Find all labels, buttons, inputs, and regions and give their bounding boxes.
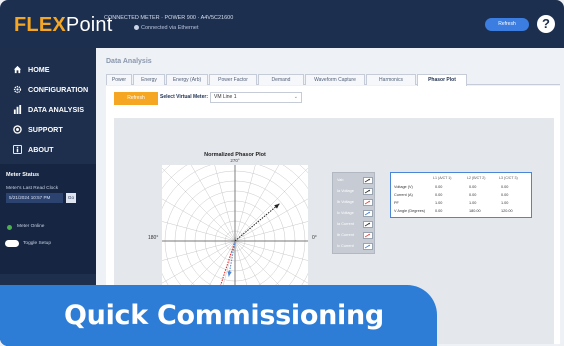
last-read-label: Meter's Last Read Clock: [6, 186, 59, 191]
polar-spoke: [234, 134, 264, 242]
table-cell: 0.00: [435, 193, 443, 197]
sidebar-item-configuration[interactable]: CONFIGURATION: [12, 84, 88, 94]
legend-item[interactable]: Ib Voltage: [337, 198, 373, 206]
tab-phasor-plot[interactable]: Phasor Plot: [417, 74, 467, 86]
legend-swatch: [363, 231, 373, 239]
tab-power-factor[interactable]: Power Factor: [209, 74, 257, 85]
chevron-down-icon: ⌄: [293, 94, 298, 100]
table-cell: 0.00: [501, 185, 509, 189]
table-cell: 1.00: [501, 201, 509, 205]
tab-bar: Power Energy Energy (Arb) Power Factor D…: [106, 74, 560, 86]
table-cell: 120.00: [501, 209, 513, 213]
connection-dot-icon: [134, 25, 139, 31]
gear-icon: [12, 84, 22, 94]
meter-online-label: Meter Online: [17, 224, 45, 229]
legend-swatch: [363, 220, 373, 228]
banner-title: Quick Commissioning: [64, 300, 384, 331]
connection-subline: Connected via Ethernet: [134, 25, 233, 31]
table-cell: 0.00: [435, 209, 443, 213]
virtual-meter-select[interactable]: VM Line 1 ⌄: [210, 92, 302, 103]
phasor-legend: Vab Ia Voltage Ib Voltage Ic Voltage Ia …: [332, 172, 375, 254]
legend-swatch: [363, 187, 373, 195]
app-logo[interactable]: FLEXPoint: [14, 14, 113, 37]
sidebar-item-data-analysis[interactable]: DATA ANALYSIS: [12, 104, 84, 114]
polar-spoke: [234, 163, 313, 242]
sidebar-item-about[interactable]: ABOUT: [12, 144, 54, 154]
table-header: L3 (C/CT 3): [499, 176, 518, 180]
phasor-values-table: L1 (A/CT 1) L2 (B/CT 2) L3 (C/CT 3) Volt…: [390, 172, 532, 218]
table-header: L1 (A/CT 1): [433, 176, 452, 180]
meter-status-panel: Meter Status Meter's Last Read Clock 5/2…: [0, 164, 96, 274]
home-icon: [12, 64, 22, 74]
polar-spoke: [139, 185, 236, 242]
app-window: FLEXPoint CONNECTED METER · POWER 900 · …: [0, 0, 564, 346]
tab-energy[interactable]: Energy: [133, 74, 165, 85]
table-cell: 1.00: [469, 201, 477, 205]
virtual-meter-label: Select Virtual Meter:: [160, 94, 208, 100]
table-cell: 180.00: [469, 209, 481, 213]
table-cell: 0.00: [501, 193, 509, 197]
legend-item[interactable]: Ia Voltage: [337, 187, 373, 195]
sidebar-item-home[interactable]: HOME: [12, 64, 50, 74]
polar-spoke: [128, 212, 236, 242]
polar-spoke: [234, 185, 331, 242]
legend-swatch: [363, 176, 373, 184]
connection-status: CONNECTED METER · POWER 900 · A4V5C21600…: [104, 15, 233, 31]
table-cell: Voltage (V): [394, 185, 413, 189]
toggle-switch[interactable]: [5, 240, 19, 247]
polar-spoke: [234, 212, 342, 242]
toggle-label: Toggle Setup: [23, 241, 52, 246]
legend-item[interactable]: Ic Current: [337, 242, 373, 250]
top-bar: FLEXPoint CONNECTED METER · POWER 900 · …: [0, 0, 564, 48]
refresh-data-button[interactable]: Refresh: [114, 92, 158, 105]
sidebar-item-support[interactable]: SUPPORT: [12, 124, 63, 134]
table-cell: 0.00: [435, 185, 443, 189]
bar-chart-icon: [12, 104, 22, 114]
table-cell: PF: [394, 201, 399, 205]
tab-energy-arb[interactable]: Energy (Arb): [166, 74, 208, 85]
tab-waveform-capture[interactable]: Waveform Capture: [305, 74, 365, 85]
table-cell: 0.00: [469, 193, 477, 197]
phasor-voltage-c-head: [227, 271, 232, 277]
legend-item[interactable]: Vab: [337, 176, 373, 184]
legend-swatch: [363, 209, 373, 217]
connection-line: CONNECTED METER · POWER 900 · A4V5C21600: [104, 15, 234, 21]
legend-item[interactable]: Ib Current: [337, 231, 373, 239]
table-header: L2 (B/CT 2): [467, 176, 486, 180]
tab-harmonics[interactable]: Harmonics: [366, 74, 416, 85]
table-cell: Current (A): [394, 193, 413, 197]
table-cell: 1.00: [435, 201, 443, 205]
table-cell: 0.00: [469, 185, 477, 189]
table-cell: V Angle (Degrees): [394, 209, 426, 213]
refresh-button[interactable]: Refresh: [485, 18, 529, 31]
plot-left-label: 180°: [148, 235, 159, 241]
legend-swatch: [363, 242, 373, 250]
support-icon: [12, 124, 22, 134]
polar-spoke: [128, 240, 236, 270]
tab-demand[interactable]: Demand: [258, 74, 304, 85]
plot-top-label: 270°: [230, 158, 240, 163]
tab-power[interactable]: Power: [106, 74, 132, 85]
polar-spoke: [157, 163, 236, 242]
last-read-field[interactable]: 5/21/2024 10:57 PM: [6, 193, 63, 203]
legend-swatch: [363, 198, 373, 206]
info-icon: [12, 144, 22, 154]
help-icon[interactable]: ?: [537, 15, 555, 33]
legend-item[interactable]: Ia Current: [337, 220, 373, 228]
polar-spoke: [206, 134, 236, 242]
legend-item[interactable]: Ic Voltage: [337, 209, 373, 217]
plot-right-label: 0°: [312, 235, 317, 241]
go-button[interactable]: Go: [66, 193, 76, 203]
meter-status-title: Meter Status: [6, 172, 40, 178]
online-dot-icon: [7, 225, 12, 230]
polar-spoke: [234, 240, 342, 270]
page-title: Data Analysis: [106, 58, 152, 65]
